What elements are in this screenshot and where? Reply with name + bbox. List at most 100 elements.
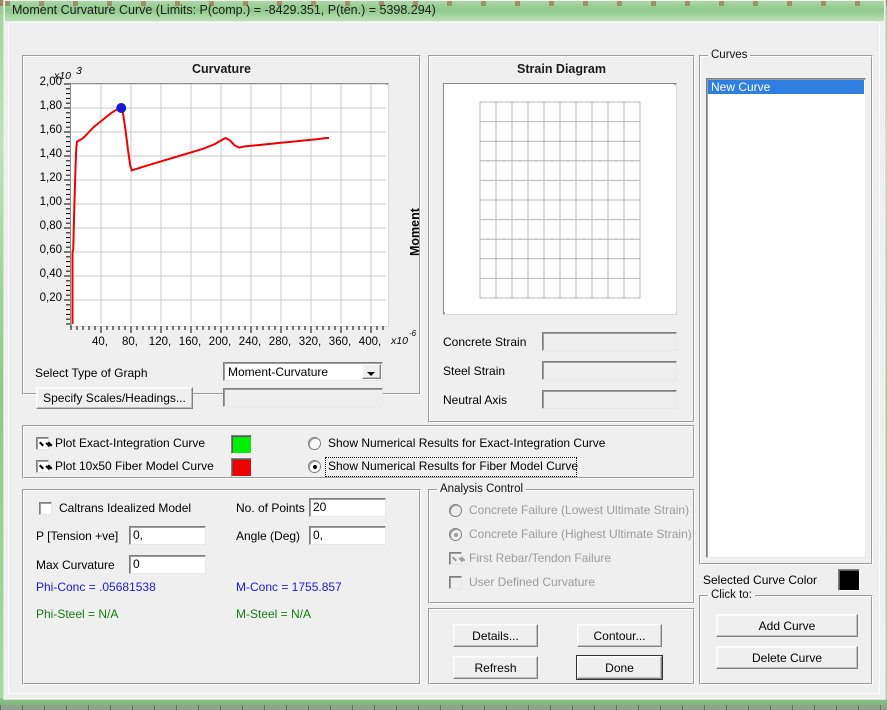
caltrans-idealized-model-checkbox[interactable] xyxy=(39,502,52,515)
show-numerical-results-radio-1[interactable] xyxy=(308,460,321,473)
y-tick-label: 1,00 xyxy=(39,196,62,208)
curve-color-swatch-0[interactable] xyxy=(231,435,252,454)
analysis-item-label-0: Concrete Failure (Lowest Ultimate Strain… xyxy=(469,503,690,517)
details-button-label: Details... xyxy=(472,628,519,643)
analysis-control-group: Analysis Control Concrete Failure (Lowes… xyxy=(428,483,695,604)
analysis-item-label-2: First Rebar/Tendon Failure xyxy=(469,551,612,565)
action-buttons-group: Details... Contour... Refresh Done xyxy=(428,608,695,685)
plot-curve-checkbox-label-0: Plot Exact-Integration Curve xyxy=(55,436,206,450)
select-type-of-graph-label: Select Type of Graph xyxy=(35,366,148,380)
focus-outline xyxy=(325,457,577,477)
p-tension-label: P [Tension +ve] xyxy=(36,529,119,543)
y-tick-label: 1,80 xyxy=(39,100,62,112)
desktop-wallpaper-bottom xyxy=(0,698,887,710)
max-curvature-input[interactable]: 0 xyxy=(129,555,206,574)
list-item[interactable]: New Curve xyxy=(708,80,864,94)
moment-curvature-dialog: Moment Curvature Curve (Limits: P(comp.)… xyxy=(4,0,885,699)
curvature-plot[interactable] xyxy=(70,83,389,327)
analysis-radio-1 xyxy=(449,528,462,541)
x-axis-ticks xyxy=(70,326,384,333)
angle-deg-label: Angle (Deg) xyxy=(236,529,301,543)
y-tick-label: 1,60 xyxy=(39,124,62,136)
window-title: Moment Curvature Curve (Limits: P(comp.)… xyxy=(12,3,436,17)
concrete-strain-value xyxy=(542,332,677,351)
neutral-axis-value xyxy=(542,390,677,409)
scales-headings-readout xyxy=(223,388,383,407)
click-to-group: Click to: Add Curve Delete Curve xyxy=(699,589,873,685)
plot-curve-checkbox-1[interactable] xyxy=(36,460,49,473)
done-button-label: Done xyxy=(605,660,634,675)
x-tick-label: 400, xyxy=(358,336,382,348)
max-curvature-label: Max Curvature xyxy=(36,558,115,572)
specify-scales-headings-button[interactable]: Specify Scales/Headings... xyxy=(36,387,193,409)
analysis-radio-0 xyxy=(449,504,462,517)
plot-curve-checkbox-label-1: Plot 10x50 Fiber Model Curve xyxy=(55,459,214,473)
plot-curve-checkbox-0[interactable] xyxy=(36,437,49,450)
analysis-item-label-1: Concrete Failure (Highest Ultimate Strai… xyxy=(469,527,692,541)
curve-color-swatch-1[interactable] xyxy=(231,458,252,477)
y-tick-label: 0,20 xyxy=(39,292,62,304)
y-tick-label: 0,40 xyxy=(39,268,62,280)
window-titlebar: Moment Curvature Curve (Limits: P(comp.)… xyxy=(5,1,884,21)
selected-curve-color-label: Selected Curve Color xyxy=(703,573,818,587)
m-steel-result: M-Steel = N/A xyxy=(236,607,312,621)
x-axis-exponent-prefix: x10 xyxy=(391,335,408,347)
phi-steel-result: Phi-Steel = N/A xyxy=(36,607,119,621)
y-tick-label: 1,40 xyxy=(39,148,62,160)
contour-button-label: Contour... xyxy=(593,628,646,643)
steel-strain-value xyxy=(542,361,677,380)
specify-scales-headings-label: Specify Scales/Headings... xyxy=(43,391,186,405)
add-curve-button-label: Add Curve xyxy=(758,618,816,633)
strain-diagram-group: Strain Diagram Concrete Strain Steel Stra… xyxy=(428,55,695,423)
add-curve-button[interactable]: Add Curve xyxy=(716,614,858,637)
done-button[interactable]: Done xyxy=(577,656,662,679)
neutral-axis-label: Neutral Axis xyxy=(443,393,508,407)
inputs-group: Caltrans Idealized Model P [Tension +ve]… xyxy=(22,489,421,685)
y-axis-ticks xyxy=(64,83,70,325)
y-tick-label: 1,20 xyxy=(39,172,62,184)
chevron-down-icon[interactable] xyxy=(362,364,381,379)
graph-type-combobox[interactable]: Moment-Curvature xyxy=(223,362,383,381)
peak-marker xyxy=(116,103,127,113)
concrete-strain-label: Concrete Strain xyxy=(443,335,527,349)
strain-diagram-svg xyxy=(444,84,674,312)
no-of-points-label: No. of Points xyxy=(236,501,305,515)
strain-diagram-plot xyxy=(443,83,677,315)
p-tension-input[interactable]: 0, xyxy=(129,526,206,545)
y-tick-label: 0,80 xyxy=(39,220,62,232)
strain-panel-title: Strain Diagram xyxy=(517,62,606,76)
curves-group-title: Curves xyxy=(708,49,751,61)
click-to-title: Click to: xyxy=(708,589,755,601)
caltrans-idealized-model-label: Caltrans Idealized Model xyxy=(59,501,192,515)
delete-curve-button[interactable]: Delete Curve xyxy=(716,646,858,669)
graph-panel-title: Curvature xyxy=(191,62,252,76)
curvature-graph-group: Curvature x10 3 0,20 0,40 0,60 0,80 1,00 1,20… xyxy=(22,55,422,409)
phi-conc-result: Phi-Conc = .05681538 xyxy=(36,580,156,594)
details-button[interactable]: Details... xyxy=(453,624,538,647)
analysis-control-title: Analysis Control xyxy=(437,483,527,495)
contour-button[interactable]: Contour... xyxy=(577,624,662,647)
show-numerical-results-radio-0[interactable] xyxy=(308,437,321,450)
y-tick-label: 2,00 xyxy=(39,76,62,88)
x-axis-exponent: -6 xyxy=(409,329,417,338)
y-tick-label: 0,60 xyxy=(39,244,62,256)
graph-type-value: Moment-Curvature xyxy=(228,365,329,379)
refresh-button-label: Refresh xyxy=(474,660,517,675)
analysis-checkbox-2 xyxy=(449,552,462,565)
curves-listbox[interactable]: New Curve xyxy=(706,78,866,558)
curves-group: Curves New Curve xyxy=(699,49,873,565)
plot-options-group: Plot Exact-Integration Curve Plot 10x50 F… xyxy=(22,425,695,479)
steel-strain-label: Steel Strain xyxy=(443,364,506,378)
selected-curve-color-swatch[interactable] xyxy=(838,569,860,591)
delete-curve-button-label: Delete Curve xyxy=(751,650,823,665)
analysis-item-label-3: User Defined Curvature xyxy=(469,575,596,589)
angle-deg-input[interactable]: 0, xyxy=(309,526,386,545)
m-conc-result: M-Conc = 1755.857 xyxy=(236,580,342,594)
show-numerical-results-radio-label-0: Show Numerical Results for Exact-Integra… xyxy=(328,436,606,450)
y-axis-title: Moment xyxy=(408,208,422,256)
analysis-checkbox-3 xyxy=(449,576,462,589)
no-of-points-input[interactable]: 20 xyxy=(309,498,386,517)
refresh-button[interactable]: Refresh xyxy=(453,656,538,679)
curvature-plot-svg xyxy=(71,84,386,324)
y-axis-exponent: 3 xyxy=(76,65,82,77)
